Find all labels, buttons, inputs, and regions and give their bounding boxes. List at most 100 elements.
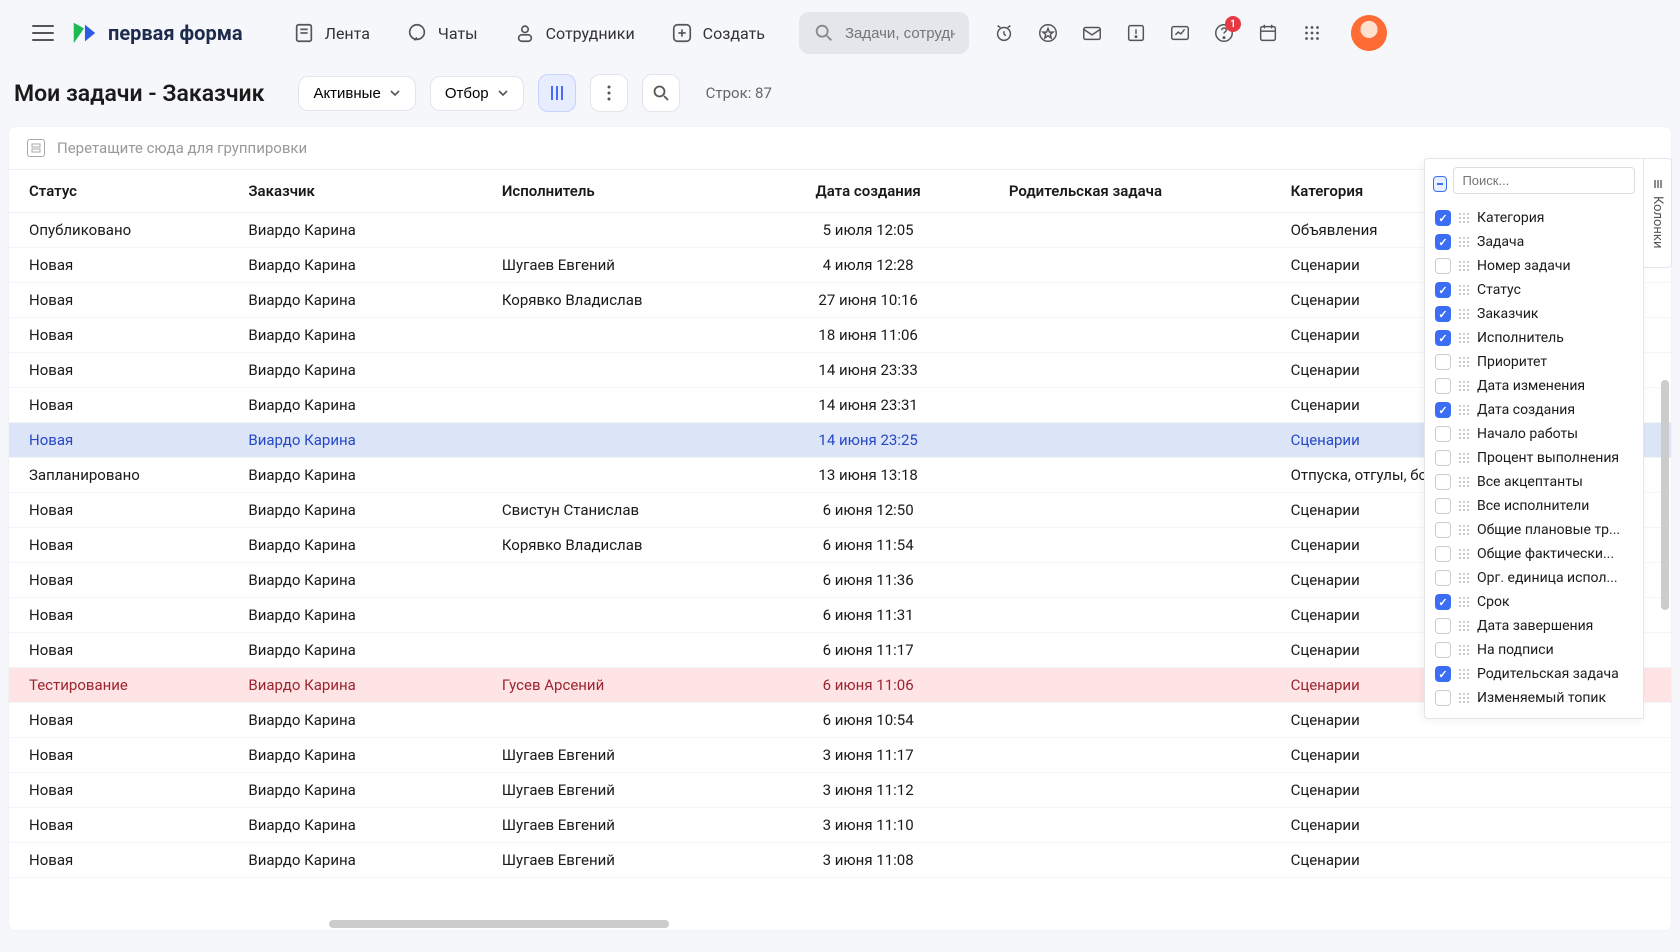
table-row[interactable]: НоваяВиардо Карина14 июня 23:25Сценарии	[9, 423, 1671, 458]
column-option[interactable]: Начало работы	[1433, 422, 1635, 446]
alert-icon[interactable]	[1117, 14, 1155, 52]
column-option[interactable]: Дата изменения	[1433, 374, 1635, 398]
column-checkbox[interactable]	[1435, 666, 1451, 682]
filter-select-button[interactable]: Отбор	[430, 76, 524, 111]
filter-active-button[interactable]: Активные	[298, 76, 415, 111]
drag-handle-icon[interactable]	[1459, 357, 1469, 367]
table-row[interactable]: НоваяВиардо КаринаКорявко Владислав6 июн…	[9, 528, 1671, 563]
more-button[interactable]	[590, 74, 628, 112]
column-checkbox[interactable]	[1435, 522, 1451, 538]
column-option[interactable]: Процент выполнения	[1433, 446, 1635, 470]
table-row[interactable]: ТестированиеВиардо КаринаГусев Арсений6 …	[9, 668, 1671, 703]
column-checkbox[interactable]	[1435, 258, 1451, 274]
drag-handle-icon[interactable]	[1459, 501, 1469, 511]
menu-toggle[interactable]	[24, 17, 62, 49]
column-checkbox[interactable]	[1435, 402, 1451, 418]
drag-handle-icon[interactable]	[1459, 213, 1469, 223]
horizontal-scrollbar[interactable]	[329, 920, 669, 928]
column-checkbox[interactable]	[1435, 450, 1451, 466]
drag-handle-icon[interactable]	[1459, 333, 1469, 343]
column-checkbox[interactable]	[1435, 426, 1451, 442]
table-row[interactable]: НоваяВиардо КаринаКорявко Владислав27 ию…	[9, 283, 1671, 318]
column-option[interactable]: Дата завершения	[1433, 614, 1635, 638]
drag-handle-icon[interactable]	[1459, 453, 1469, 463]
columns-select-all[interactable]	[1433, 176, 1447, 192]
search-button[interactable]	[642, 74, 680, 112]
column-checkbox[interactable]	[1435, 378, 1451, 394]
table-row[interactable]: НоваяВиардо Карина6 июня 10:54Сценарии	[9, 703, 1671, 738]
column-header[interactable]: Заказчик	[234, 170, 488, 213]
drag-handle-icon[interactable]	[1459, 693, 1469, 703]
column-checkbox[interactable]	[1435, 642, 1451, 658]
column-checkbox[interactable]	[1435, 570, 1451, 586]
table-row[interactable]: НоваяВиардо КаринаСвистун Станислав6 июн…	[9, 493, 1671, 528]
table-row[interactable]: ОпубликованоВиардо Карина5 июля 12:05Объ…	[9, 213, 1671, 248]
column-option[interactable]: Родительская задача	[1433, 662, 1635, 686]
table-row[interactable]: НоваяВиардо КаринаШугаев Евгений3 июня 1…	[9, 738, 1671, 773]
drag-handle-icon[interactable]	[1459, 549, 1469, 559]
column-checkbox[interactable]	[1435, 210, 1451, 226]
global-search[interactable]	[799, 12, 969, 54]
column-option[interactable]: Исполнитель	[1433, 326, 1635, 350]
column-option[interactable]: Изменяемый топик	[1433, 686, 1635, 710]
columns-tab-toggle[interactable]: Колонки	[1644, 158, 1672, 268]
table-row[interactable]: НоваяВиардо КаринаШугаев Евгений3 июня 1…	[9, 808, 1671, 843]
column-header[interactable]: Исполнитель	[488, 170, 742, 213]
column-option[interactable]: Статус	[1433, 278, 1635, 302]
column-checkbox[interactable]	[1435, 282, 1451, 298]
apps-icon[interactable]	[1293, 14, 1331, 52]
alarm-icon[interactable]	[985, 14, 1023, 52]
column-option[interactable]: Номер задачи	[1433, 254, 1635, 278]
drag-handle-icon[interactable]	[1459, 381, 1469, 391]
nav-chats[interactable]: Чаты	[392, 14, 492, 52]
help-icon[interactable]: 1	[1205, 14, 1243, 52]
user-avatar[interactable]	[1351, 15, 1387, 51]
column-option[interactable]: Все исполнители	[1433, 494, 1635, 518]
column-option[interactable]: Приоритет	[1433, 350, 1635, 374]
table-row[interactable]: НоваяВиардо Карина14 июня 23:31Сценарии	[9, 388, 1671, 423]
drag-handle-icon[interactable]	[1459, 477, 1469, 487]
column-option[interactable]: Заказчик	[1433, 302, 1635, 326]
table-row[interactable]: НоваяВиардо Карина6 июня 11:31Сценарии	[9, 598, 1671, 633]
column-checkbox[interactable]	[1435, 690, 1451, 706]
drag-handle-icon[interactable]	[1459, 261, 1469, 271]
drag-handle-icon[interactable]	[1459, 405, 1469, 415]
column-header[interactable]: Дата создания	[741, 170, 995, 213]
column-header[interactable]: Родительская задача	[995, 170, 1277, 213]
column-option[interactable]: На подписи	[1433, 638, 1635, 662]
column-option[interactable]: Орг. единица испол...	[1433, 566, 1635, 590]
search-input[interactable]	[845, 25, 955, 42]
brand-logo[interactable]: первая форма	[70, 19, 243, 47]
drag-handle-icon[interactable]	[1459, 309, 1469, 319]
mail-icon[interactable]	[1073, 14, 1111, 52]
column-option[interactable]: Срок	[1433, 590, 1635, 614]
calendar-icon[interactable]	[1249, 14, 1287, 52]
columns-search-input[interactable]	[1453, 167, 1635, 194]
drag-handle-icon[interactable]	[1459, 429, 1469, 439]
drag-handle-icon[interactable]	[1459, 597, 1469, 607]
table-row[interactable]: НоваяВиардо Карина18 июня 11:06Сценарии	[9, 318, 1671, 353]
column-option[interactable]: Общие фактически...	[1433, 542, 1635, 566]
column-checkbox[interactable]	[1435, 234, 1451, 250]
column-option[interactable]: Задача	[1433, 230, 1635, 254]
nav-create[interactable]: Создать	[657, 14, 779, 52]
column-checkbox[interactable]	[1435, 498, 1451, 514]
column-checkbox[interactable]	[1435, 594, 1451, 610]
drag-handle-icon[interactable]	[1459, 573, 1469, 583]
nav-employees[interactable]: Сотрудники	[500, 14, 649, 52]
columns-view-button[interactable]	[538, 74, 576, 112]
column-checkbox[interactable]	[1435, 306, 1451, 322]
table-row[interactable]: НоваяВиардо КаринаШугаев Евгений4 июля 1…	[9, 248, 1671, 283]
drag-handle-icon[interactable]	[1459, 669, 1469, 679]
dashboard-icon[interactable]	[1161, 14, 1199, 52]
table-row[interactable]: ЗапланированоВиардо Карина13 июня 13:18О…	[9, 458, 1671, 493]
table-row[interactable]: НоваяВиардо Карина6 июня 11:17Сценарии	[9, 633, 1671, 668]
drag-handle-icon[interactable]	[1459, 645, 1469, 655]
drag-handle-icon[interactable]	[1459, 525, 1469, 535]
column-checkbox[interactable]	[1435, 474, 1451, 490]
group-drop-zone[interactable]: Перетащите сюда для группировки	[9, 127, 1671, 170]
column-checkbox[interactable]	[1435, 354, 1451, 370]
table-row[interactable]: НоваяВиардо КаринаШугаев Евгений3 июня 1…	[9, 843, 1671, 878]
column-checkbox[interactable]	[1435, 618, 1451, 634]
drag-handle-icon[interactable]	[1459, 285, 1469, 295]
